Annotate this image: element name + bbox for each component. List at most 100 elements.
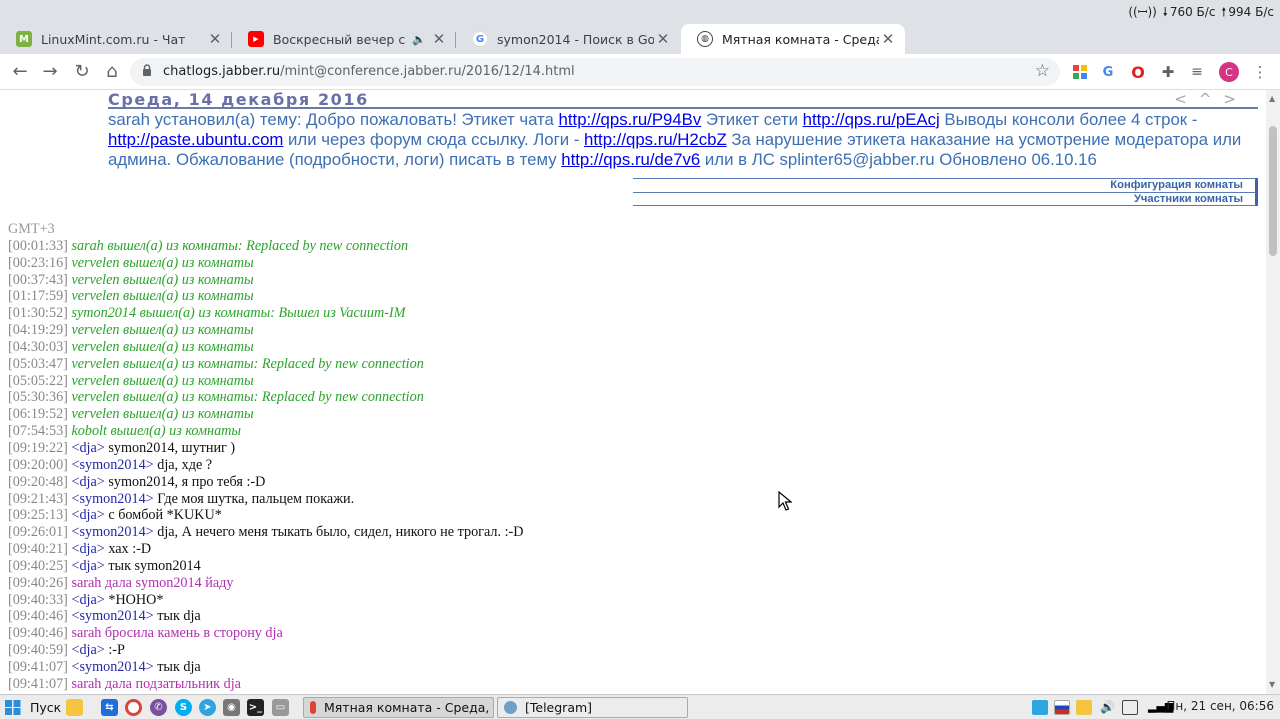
chat-etiquette-link[interactable]: http://qps.ru/P94Bv [559, 110, 702, 129]
net-etiquette-link[interactable]: http://qps.ru/pEAcj [803, 110, 940, 129]
task-browser[interactable]: Мятная комната - Среда, ... [303, 697, 494, 718]
close-icon[interactable]: ✕ [654, 30, 672, 48]
log-message: :-P [108, 642, 125, 659]
keyboard-layout-icon[interactable] [1054, 700, 1070, 715]
paste-link[interactable]: http://paste.ubuntu.com [108, 130, 283, 149]
skype-launcher-icon[interactable]: S [175, 699, 192, 716]
tab-youtube[interactable]: ▶ Воскресный вечер с Вла 🔈 ✕ [232, 24, 456, 54]
clock[interactable]: Пн, 21 сен, 06:56 [1166, 699, 1274, 713]
tab-chatlog[interactable]: ◍ Мятная комната - Среда, 14 ✕ [681, 24, 905, 54]
date-heading-text: Среда, 14 декабря 2016 [108, 90, 369, 109]
log-line: [09:25:13] <dja> с бомбой *KUKU* [8, 507, 524, 524]
log-action: sarah бросила камень в сторону dja [71, 625, 283, 642]
close-icon[interactable]: ✕ [879, 30, 897, 48]
log-timestamp: [06:19:52] [8, 406, 68, 423]
speaker-icon[interactable]: 🔈 [412, 33, 426, 46]
log-nick: <symon2014> [71, 456, 154, 473]
bookmark-star-icon[interactable]: ☆ [1035, 61, 1050, 81]
log-system-message: vervelen вышел(а) из комнаты [71, 372, 254, 389]
log-timestamp: [04:30:03] [8, 338, 68, 355]
terminal-launcher-icon[interactable]: >_ [247, 699, 264, 716]
log-line: [09:40:26] sarah дала symon2014 йаду [8, 575, 524, 592]
tab-linuxmint[interactable]: M LinuxMint.com.ru - Чат ✕ [0, 24, 232, 54]
scroll-up-arrow-icon[interactable]: ▲ [1269, 94, 1275, 103]
url-text[interactable]: chatlogs.jabber.ru/mint@conference.jabbe… [163, 64, 575, 79]
telegram-tray-icon[interactable] [1032, 700, 1048, 715]
linuxmint-icon: M [16, 31, 32, 47]
prev-day-link[interactable]: < [1174, 90, 1199, 108]
address-bar[interactable]: chatlogs.jabber.ru/mint@conference.jabbe… [130, 58, 1060, 86]
reading-list-icon[interactable]: ≡ [1187, 62, 1207, 82]
profile-avatar[interactable]: C [1219, 62, 1239, 82]
log-nick: <dja> [71, 557, 105, 574]
files-tray-icon[interactable] [1076, 700, 1092, 715]
log-nick: <dja> [71, 473, 105, 490]
url-path: /mint@conference.jabber.ru/2016/12/14.ht… [280, 64, 575, 79]
start-button[interactable]: Пуск [4, 698, 61, 717]
opera-extension-icon[interactable]: O [1128, 62, 1148, 82]
task-label: [Telegram] [525, 700, 593, 715]
screen-launcher-icon[interactable]: ▭ [272, 699, 289, 716]
log-timestamp: [09:25:13] [8, 507, 68, 524]
lock-icon[interactable] [142, 64, 152, 76]
camera-launcher-icon[interactable]: ◉ [223, 699, 240, 716]
log-system-message: vervelen вышел(а) из комнаты: Replaced b… [71, 389, 424, 406]
log-nick: <dja> [71, 642, 105, 659]
log-nick: <dja> [71, 591, 105, 608]
logs-link[interactable]: http://qps.ru/H2cbZ [584, 130, 727, 149]
close-icon[interactable]: ✕ [206, 30, 224, 48]
room-config-link[interactable]: Конфигурация комнаты [633, 178, 1258, 192]
chrome-launcher-icon[interactable] [125, 699, 142, 716]
page-scrollbar[interactable]: ▲ ▼ [1266, 90, 1280, 694]
log-timestamp: [09:20:48] [8, 473, 68, 490]
back-button[interactable]: ← [6, 58, 34, 86]
telegram-launcher-icon[interactable]: ➤ [199, 699, 216, 716]
log-timestamp: [09:40:46] [8, 608, 68, 625]
log-line: [05:30:36] vervelen вышел(а) из комнаты:… [8, 389, 524, 406]
next-day-link[interactable]: > [1223, 90, 1248, 108]
globe-icon: ◍ [697, 31, 713, 47]
puzzle-extensions-icon[interactable]: ✚ [1158, 62, 1178, 82]
log-timestamp: [04:19:29] [8, 322, 68, 339]
log-nick: <dja> [71, 507, 105, 524]
teamviewer-launcher-icon[interactable]: ⇆ [101, 699, 118, 716]
log-system-message: sarah вышел(а) из комнаты: Replaced by n… [71, 237, 409, 254]
topic-text: или через форум сюда ссылку. Логи - [283, 130, 585, 149]
home-button[interactable]: ⌂ [98, 58, 126, 86]
scrollbar-thumb[interactable] [1269, 126, 1277, 256]
display-tray-icon[interactable] [1122, 700, 1138, 715]
log-nick: <symon2014> [71, 490, 154, 507]
appeal-link[interactable]: http://qps.ru/de7v6 [561, 150, 700, 169]
viber-launcher-icon[interactable]: ✆ [150, 699, 167, 716]
forward-button[interactable]: → [36, 58, 64, 86]
menu-kebab-icon[interactable]: ⋮ [1250, 62, 1270, 82]
log-message: тык dja [157, 608, 201, 625]
google-icon: G [472, 31, 488, 47]
log-nick: <symon2014> [71, 524, 154, 541]
close-icon[interactable]: ✕ [430, 30, 448, 48]
volume-icon[interactable]: 🔊 [1100, 700, 1116, 715]
log-line: [04:19:29] vervelen вышел(а) из комнаты [8, 322, 524, 339]
tab-title: LinuxMint.com.ru - Чат [41, 31, 186, 47]
up-link[interactable]: ^ [1199, 90, 1224, 108]
download-speed: 760 Б/с [1169, 5, 1216, 19]
tab-google[interactable]: G symon2014 - Поиск в Google ✕ [456, 24, 680, 54]
youtube-icon: ▶ [248, 31, 264, 47]
log-system-message: vervelen вышел(а) из комнаты [71, 406, 254, 423]
log-line: [09:41:07] <symon2014> тык dja [8, 659, 524, 676]
log-message: Где моя шутка, пальцем покажи. [157, 490, 355, 507]
network-tray-icon[interactable]: ▂▄▆ [1148, 700, 1173, 715]
log-timestamp: [09:20:00] [8, 456, 68, 473]
reload-button[interactable]: ↻ [68, 58, 96, 86]
log-message: *HOHO* [108, 591, 164, 608]
url-host: chatlogs.jabber.ru [163, 64, 281, 79]
upload-speed: 994 Б/с [1228, 5, 1274, 19]
files-launcher-icon[interactable] [66, 699, 83, 716]
apps-extension-icon[interactable] [1070, 62, 1090, 82]
task-telegram[interactable]: [Telegram] [497, 697, 688, 718]
translate-extension-icon[interactable]: G [1098, 62, 1118, 82]
scroll-down-arrow-icon[interactable]: ▼ [1269, 680, 1275, 689]
log-line: [09:40:59] <dja> :-P [8, 642, 524, 659]
windows-logo-icon [5, 700, 21, 715]
room-members-link[interactable]: Участники комнаты [633, 192, 1258, 206]
